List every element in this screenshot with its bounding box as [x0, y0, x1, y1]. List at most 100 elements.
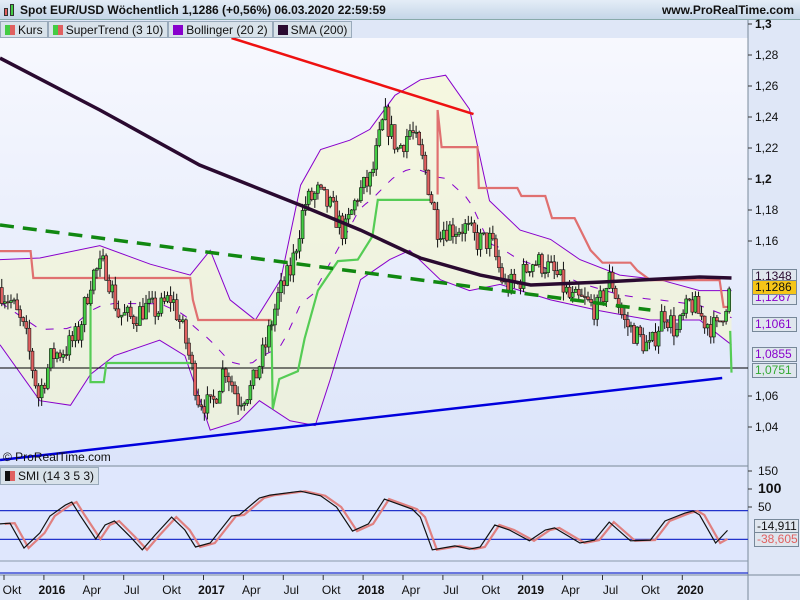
badge-smi-signal: -38,605 [754, 532, 799, 547]
candle-body [583, 296, 587, 298]
legend-sma[interactable]: SMA (200) [272, 21, 353, 38]
color-swatch-icon [277, 24, 288, 35]
candle-body [125, 306, 130, 313]
candle-body [319, 184, 323, 188]
time-tick-label: 2017 [198, 583, 225, 597]
candle-body [380, 119, 385, 131]
candle [650, 331, 655, 343]
candle-body [494, 238, 498, 258]
candle-body [687, 298, 692, 301]
legend-supertrend[interactable]: SuperTrend (3 10) [47, 21, 169, 38]
candle-body [635, 326, 639, 344]
candle-body [245, 399, 250, 404]
price-chart[interactable]: 1,3 1,28 1,26 1,24 1,22 1,2 1,18 1,16 1,06 1,04 15… [0, 0, 800, 600]
candle-body [220, 368, 225, 392]
candle-body [662, 311, 667, 323]
candle-body [386, 106, 391, 137]
candle-body [297, 238, 302, 252]
candle-body [395, 147, 400, 150]
price-tick-label: 1,26 [755, 79, 779, 93]
candle-body [52, 348, 56, 359]
candle-body [42, 384, 47, 389]
candle-body [626, 319, 630, 328]
candle-body [570, 292, 575, 298]
legend-label: SMA (200) [290, 22, 348, 37]
candle-body [141, 306, 145, 320]
candle-body [460, 231, 464, 234]
candle-body [592, 302, 596, 320]
candle-body [632, 325, 636, 344]
candle-body [601, 290, 606, 302]
candle-body [365, 176, 369, 187]
candle-body [49, 348, 53, 369]
time-tick-label: 2020 [677, 583, 704, 597]
candle-body [196, 395, 200, 406]
candle-body [85, 297, 90, 304]
candle-body [708, 324, 713, 338]
candle-body [33, 370, 38, 387]
candle-body [322, 186, 326, 190]
candle-body [629, 325, 633, 328]
candle-body [101, 255, 105, 260]
candle-body [537, 254, 541, 266]
candle-body [359, 187, 363, 201]
candle-body [98, 258, 102, 269]
candle-body [6, 301, 10, 304]
candle-body [469, 222, 474, 225]
candle-body [254, 369, 259, 379]
candle-body [527, 271, 532, 273]
candle-body [18, 309, 22, 318]
candle-body [224, 368, 228, 378]
candle [104, 253, 108, 281]
candle-body [355, 200, 360, 202]
time-tick-label: Jul [284, 583, 299, 597]
smi-tick-label: 150 [758, 464, 778, 478]
candle-body [561, 269, 566, 293]
candle [49, 348, 53, 372]
candle-body [239, 404, 243, 407]
legend-bollinger[interactable]: Bollinger (20 2) [168, 21, 273, 38]
candle-body [497, 256, 501, 269]
candle-body [199, 404, 204, 407]
candle-body [702, 315, 707, 329]
badge-boll-lower: 1,0855 [752, 347, 797, 362]
candle-body [116, 308, 121, 318]
candle-body [487, 232, 492, 249]
candle-body [64, 354, 69, 356]
candle-body [451, 224, 455, 237]
candle-body [27, 327, 32, 352]
color-swatch-icon [5, 471, 15, 481]
candle-body [534, 264, 538, 267]
candle-body [454, 233, 458, 237]
candle-body [263, 344, 268, 348]
candle-body [352, 200, 357, 211]
candle [635, 326, 639, 346]
candle-body [346, 214, 351, 220]
candle-body [693, 296, 698, 313]
candle-body [193, 362, 197, 396]
time-tick-label: 2019 [517, 583, 544, 597]
candle-body [638, 326, 642, 335]
candle-body [699, 313, 704, 317]
candle-body [484, 232, 489, 249]
candle-body [9, 300, 13, 303]
time-tick-label: 2018 [358, 583, 385, 597]
candle-body [377, 129, 382, 146]
candle-body [95, 268, 99, 271]
legend-label: SMI (14 3 5 3) [18, 469, 95, 483]
legend-smi[interactable]: SMI (14 3 5 3) [0, 467, 100, 485]
price-axis-bg [748, 20, 800, 600]
price-tick-label: 1,24 [755, 110, 779, 124]
legend-label: Bollinger (20 2) [186, 22, 268, 37]
candle-body [300, 210, 305, 239]
candle-body [718, 320, 722, 323]
candle-body [448, 224, 452, 241]
legend-kurs[interactable]: Kurs [0, 21, 48, 38]
badge-supertrend: 1,0751 [752, 363, 797, 378]
candle [46, 363, 50, 391]
candle [217, 390, 222, 404]
candle-body [441, 229, 446, 240]
candle-body [187, 342, 191, 356]
candle-body [340, 215, 345, 239]
candle-body [190, 354, 194, 364]
